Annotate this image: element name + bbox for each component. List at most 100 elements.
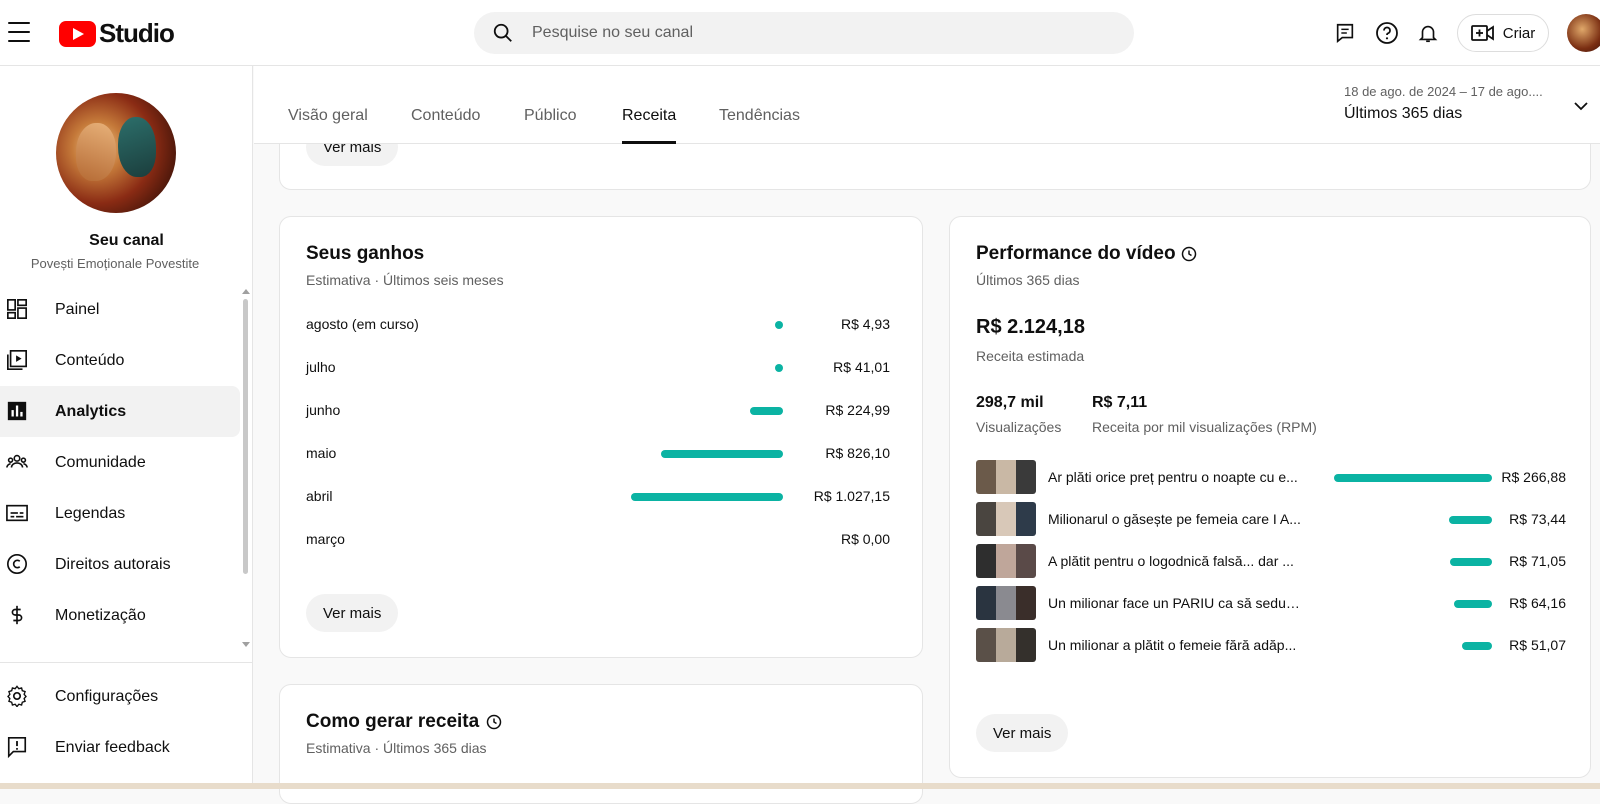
community-icon	[6, 454, 28, 468]
video-title[interactable]: Un milionar a plătit o femeie fără adăp.…	[1048, 637, 1303, 653]
tab-publico[interactable]: Público	[524, 107, 576, 144]
earnings-value: R$ 1.027,15	[813, 488, 890, 504]
video-title[interactable]: A plătit pentru o logodnică falsă... dar…	[1048, 553, 1303, 569]
scrollbar-thumb[interactable]	[243, 299, 248, 574]
rpm-label: Receita por mil visualizações (RPM)	[1092, 419, 1317, 435]
earnings-row: julho R$ 41,01	[306, 359, 890, 379]
video-row[interactable]: Un milionar face un PARIU ca să seduc...…	[976, 586, 1566, 622]
video-revenue-bar	[1450, 558, 1492, 566]
video-revenue-bar	[1449, 516, 1492, 524]
sidebar-item-label: Monetização	[55, 606, 146, 624]
comments-icon[interactable]	[1332, 20, 1358, 46]
sidebar-item-label: Conteúdo	[55, 351, 125, 369]
tab-visao-geral[interactable]: Visão geral	[288, 107, 368, 144]
earnings-row: agosto (em curso) R$ 4,93	[306, 316, 890, 336]
sidebar-nav: Painel Conteúdo Analytics Comunidade Leg…	[0, 284, 240, 641]
video-row[interactable]: Ar plăti orice preț pentru o noapte cu e…	[976, 460, 1566, 496]
views-label: Visualizações	[976, 419, 1062, 435]
earnings-bar	[775, 364, 783, 372]
create-label: Criar	[1502, 24, 1536, 42]
tab-receita[interactable]: Receita	[622, 107, 677, 144]
sidebar-scrollbar[interactable]	[242, 289, 250, 649]
top-bar: Studio Criar	[0, 0, 1600, 66]
earnings-card: Seus ganhos Estimativa · Últimos seis me…	[279, 216, 923, 658]
earnings-row: março R$ 0,00	[306, 531, 890, 551]
sidebar-item-label: Comunidade	[55, 453, 146, 471]
sidebar-item-enviar-feedback[interactable]: Enviar feedback	[0, 722, 240, 773]
video-performance-card: Performance do vídeo Últimos 365 dias R$…	[949, 216, 1591, 778]
sidebar-item-label: Enviar feedback	[55, 738, 170, 756]
video-thumbnail[interactable]	[976, 628, 1036, 662]
sidebar-item-label: Painel	[55, 300, 100, 318]
earnings-bar	[750, 407, 783, 415]
sidebar-item-monetizacao[interactable]: Monetização	[0, 590, 240, 641]
performance-ver-mais-button[interactable]: Ver mais	[976, 714, 1069, 752]
video-revenue-value: R$ 73,44	[1509, 511, 1566, 527]
sidebar-item-comunidade[interactable]: Comunidade	[0, 437, 240, 488]
video-revenue-value: R$ 71,05	[1509, 553, 1566, 569]
video-row[interactable]: A plătit pentru o logodnică falsă... dar…	[976, 544, 1566, 580]
sidebar-item-painel[interactable]: Painel	[0, 284, 240, 335]
how-to-earn-subtitle: Estimativa · Últimos 365 dias	[306, 740, 487, 756]
earnings-month: julho	[306, 359, 336, 375]
sidebar-footer-nav: Configurações Enviar feedback	[0, 671, 240, 773]
tab-tendencias[interactable]: Tendências	[719, 107, 800, 144]
earnings-value: R$ 41,01	[833, 359, 890, 375]
search-bar[interactable]	[474, 12, 1134, 54]
video-thumbnail[interactable]	[976, 460, 1036, 494]
channel-avatar[interactable]	[56, 93, 176, 213]
notifications-bell-icon[interactable]	[1415, 20, 1441, 46]
scroll-down-arrow[interactable]	[242, 642, 250, 647]
video-revenue-value: R$ 266,88	[1501, 469, 1566, 485]
estimated-revenue-label: Receita estimada	[976, 348, 1085, 364]
content-icon	[7, 350, 27, 370]
sidebar-item-configuracoes[interactable]: Configurações	[0, 671, 240, 722]
earnings-title: Seus ganhos	[306, 243, 425, 264]
sidebar-item-direitos-autorais[interactable]: Direitos autorais	[0, 539, 240, 590]
video-row[interactable]: Milionarul o găsește pe femeia care I A.…	[976, 502, 1566, 538]
search-input[interactable]	[532, 24, 1092, 42]
sidebar-item-conteudo[interactable]: Conteúdo	[0, 335, 240, 386]
youtube-play-icon	[59, 20, 96, 47]
menu-icon[interactable]	[8, 22, 30, 42]
video-revenue-bar	[1462, 642, 1492, 650]
earnings-value: R$ 826,10	[825, 445, 890, 461]
earnings-value: R$ 224,99	[825, 402, 890, 418]
account-avatar[interactable]	[1567, 14, 1600, 52]
feedback-icon	[7, 737, 27, 758]
clock-icon[interactable]	[1181, 246, 1197, 262]
video-thumbnail[interactable]	[976, 544, 1036, 578]
video-revenue-value: R$ 51,07	[1509, 637, 1566, 653]
earnings-value: R$ 0,00	[840, 531, 890, 547]
sidebar-item-analytics[interactable]: Analytics	[0, 386, 240, 437]
date-range-label: Últimos 365 dias	[1344, 105, 1463, 122]
scroll-up-arrow[interactable]	[242, 289, 250, 294]
estimated-revenue-value: R$ 2.124,18	[976, 316, 1085, 338]
date-range-text: 18 de ago. de 2024 – 17 de ago....	[1344, 84, 1543, 99]
tab-conteudo[interactable]: Conteúdo	[411, 107, 480, 144]
video-revenue-bar	[1454, 600, 1492, 608]
video-title[interactable]: Un milionar face un PARIU ca să seduc...	[1048, 595, 1303, 611]
copyright-icon	[7, 554, 27, 574]
video-thumbnail[interactable]	[976, 502, 1036, 536]
chevron-down-icon[interactable]	[1573, 100, 1589, 112]
rpm-value: R$ 7,11	[1092, 394, 1148, 411]
date-range-selector[interactable]: 18 de ago. de 2024 – 17 de ago.... Últim…	[1344, 84, 1564, 123]
earnings-subtitle: Estimativa · Últimos seis meses	[306, 272, 504, 288]
sidebar-item-legendas[interactable]: Legendas	[0, 488, 240, 539]
dollar-icon	[11, 605, 23, 625]
clock-icon[interactable]	[486, 714, 502, 730]
earnings-month: junho	[306, 402, 341, 418]
sidebar-item-label: Configurações	[55, 687, 159, 705]
sidebar-item-label: Analytics	[55, 402, 127, 420]
video-title[interactable]: Milionarul o găsește pe femeia care I A.…	[1048, 511, 1303, 527]
youtube-studio-logo[interactable]: Studio	[59, 18, 175, 49]
video-thumbnail[interactable]	[976, 586, 1036, 620]
earnings-ver-mais-button[interactable]: Ver mais	[306, 594, 399, 632]
help-icon[interactable]	[1374, 20, 1400, 46]
earnings-month: agosto (em curso)	[306, 316, 419, 332]
video-row[interactable]: Un milionar a plătit o femeie fără adăp.…	[976, 628, 1566, 664]
video-title[interactable]: Ar plăti orice preț pentru o noapte cu e…	[1048, 469, 1303, 485]
create-button[interactable]: Criar	[1457, 14, 1549, 52]
earnings-bar	[775, 321, 783, 329]
